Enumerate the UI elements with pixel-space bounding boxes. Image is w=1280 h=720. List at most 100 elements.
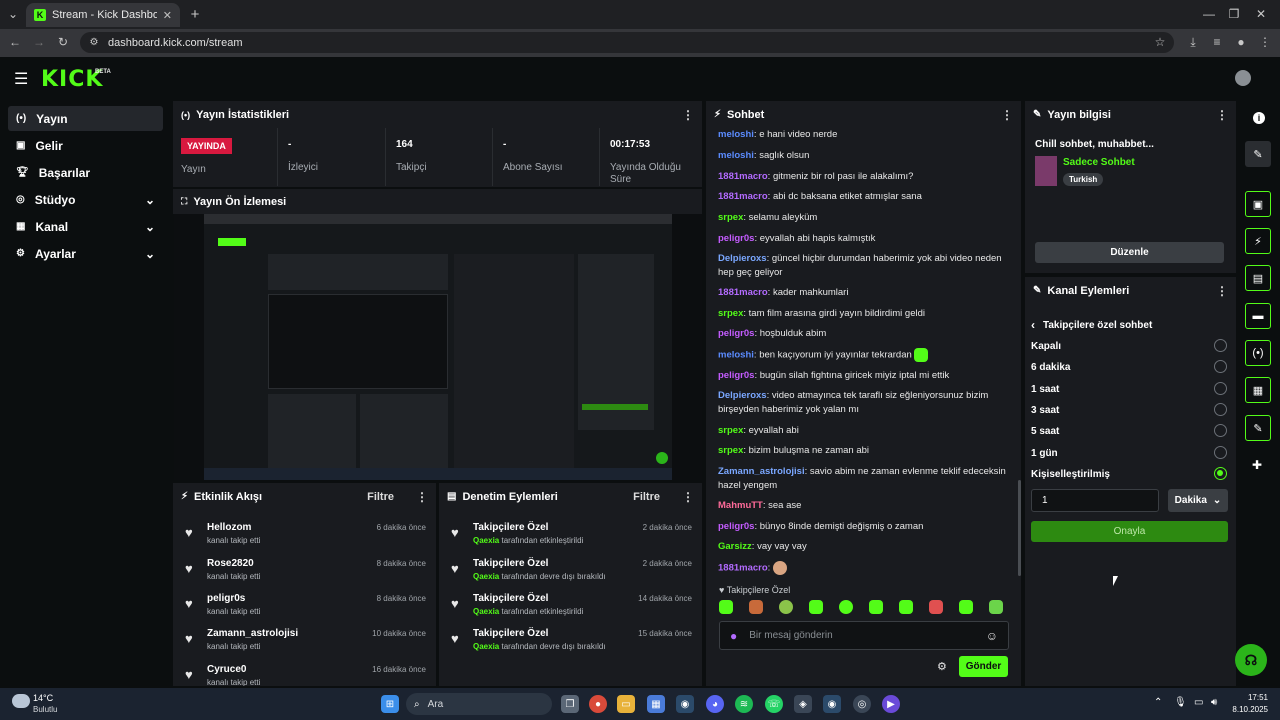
download-icon[interactable]: ⤓ xyxy=(1184,33,1202,51)
profile-icon[interactable]: ● xyxy=(1232,33,1250,51)
chat-username[interactable]: srpex xyxy=(718,212,743,223)
radio-1-day[interactable] xyxy=(1214,446,1227,459)
sidebar-item-kanal[interactable]: ▦ Kanal ⌄ xyxy=(8,214,163,239)
radio-5-hours[interactable] xyxy=(1214,424,1227,437)
edit-button[interactable]: Düzenle xyxy=(1035,242,1224,263)
follower-name[interactable]: Rose2820 xyxy=(207,558,254,569)
clock-date[interactable]: 8.10.2025 xyxy=(1226,705,1268,714)
follower-name[interactable]: Zamann_astrolojisi xyxy=(207,628,298,639)
more-options-icon[interactable]: ⋮ xyxy=(1216,108,1228,122)
restore-icon[interactable]: ❐ xyxy=(1225,5,1243,23)
radio-off[interactable] xyxy=(1214,339,1227,352)
emote-icon[interactable] xyxy=(929,600,943,614)
browser-menu-icon[interactable]: ⋮ xyxy=(1256,33,1274,51)
emoji-icon[interactable]: ☺ xyxy=(986,629,998,643)
address-bar[interactable]: ⚙ dashboard.kick.com/stream xyxy=(80,32,1174,53)
media-player-icon[interactable]: ▶ xyxy=(882,695,900,713)
activity-filter-button[interactable]: Filtre xyxy=(367,491,394,503)
radio-custom[interactable] xyxy=(1214,467,1227,480)
emote-icon[interactable] xyxy=(959,600,973,614)
radio-3-hours[interactable] xyxy=(1214,403,1227,416)
confirm-button[interactable]: Onayla xyxy=(1031,521,1228,542)
chat-username[interactable]: 1881macro xyxy=(718,191,768,202)
chat-username[interactable]: peligr0s xyxy=(718,233,754,244)
lightning-tool-icon[interactable]: ⚡︎ xyxy=(1245,228,1271,254)
chevron-left-icon[interactable]: ‹ xyxy=(1031,318,1035,332)
chat-input[interactable]: ● Bir mesaj gönderin ☺ xyxy=(719,621,1009,650)
chat-username[interactable]: Zamann_astrolojisi xyxy=(718,466,805,477)
emote-icon[interactable] xyxy=(779,600,793,614)
more-options-icon[interactable]: ⋮ xyxy=(682,490,694,504)
help-support-icon[interactable]: ☊ xyxy=(1235,644,1267,676)
send-button[interactable]: Gönder xyxy=(959,656,1008,677)
emote-icon[interactable] xyxy=(749,600,763,614)
sidebar-item-gelir[interactable]: ▣ Gelir xyxy=(8,133,163,158)
moderator-name[interactable]: Qaexia xyxy=(473,572,499,581)
sidebar-item-studyo[interactable]: ◎ Stüdyo ⌄ xyxy=(8,187,163,212)
microphone-icon[interactable]: ● xyxy=(730,629,737,643)
emote-icon[interactable] xyxy=(839,600,853,614)
app-icon[interactable]: ◈ xyxy=(794,695,812,713)
chrome-app-icon[interactable]: ● xyxy=(589,695,607,713)
emote-icon[interactable] xyxy=(719,600,733,614)
task-view-icon[interactable]: ❐ xyxy=(561,695,579,713)
moderation-filter-button[interactable]: Filtre xyxy=(633,491,660,503)
radio-6-minutes[interactable] xyxy=(1214,360,1227,373)
minimize-icon[interactable]: — xyxy=(1200,5,1218,23)
steam-icon[interactable]: ◉ xyxy=(823,695,841,713)
volume-icon[interactable]: 🔊︎ xyxy=(1211,697,1217,708)
chat-tool-icon[interactable]: ▬ xyxy=(1245,303,1271,329)
weather-cloud-icon[interactable] xyxy=(12,694,30,708)
clock-time[interactable]: 17:51 xyxy=(1232,693,1268,702)
discord-icon[interactable]: ◕ xyxy=(706,695,724,713)
chat-scrollbar[interactable] xyxy=(1018,480,1021,576)
emote-icon[interactable] xyxy=(989,600,1003,614)
chat-username[interactable]: meloshi xyxy=(718,129,754,140)
obs-icon[interactable]: ◎ xyxy=(853,695,871,713)
chat-username[interactable]: peligr0s xyxy=(718,370,754,381)
moderator-name[interactable]: Qaexia xyxy=(473,536,499,545)
chat-username[interactable]: srpex xyxy=(718,308,743,319)
new-tab-icon[interactable]: + xyxy=(186,5,204,23)
hamburger-menu-icon[interactable]: ☰ xyxy=(14,69,28,89)
more-options-icon[interactable]: ⋮ xyxy=(416,490,428,504)
chat-username[interactable]: peligr0s xyxy=(718,328,754,339)
broadcast-tool-icon[interactable]: (•) xyxy=(1245,340,1271,366)
store-icon[interactable]: ▦ xyxy=(647,695,665,713)
chat-username[interactable]: meloshi xyxy=(718,150,754,161)
file-explorer-icon[interactable]: ▭ xyxy=(617,695,635,713)
whatsapp-icon[interactable]: ☏ xyxy=(765,695,783,713)
stream-preview-video[interactable] xyxy=(174,214,702,480)
more-options-icon[interactable]: ⋮ xyxy=(1001,108,1013,122)
wrench-tool-icon[interactable]: ✎ xyxy=(1245,415,1271,441)
chat-username[interactable]: MahmuTT xyxy=(718,500,763,511)
reading-list-icon[interactable]: ≡ xyxy=(1208,33,1226,51)
emote-icon[interactable] xyxy=(869,600,883,614)
back-icon[interactable]: ← xyxy=(6,33,24,51)
emote-icon[interactable] xyxy=(899,600,913,614)
browser-tab[interactable]: K Stream - Kick Dashboard ✕ xyxy=(26,3,180,27)
fullscreen-tool-icon[interactable]: ▣ xyxy=(1245,191,1271,217)
user-avatar[interactable] xyxy=(1235,70,1251,86)
microphone-tray-icon[interactable]: 🎙︎ xyxy=(1174,697,1187,708)
spotify-icon[interactable]: ≋ xyxy=(735,695,753,713)
sidebar-item-yayin[interactable]: (•) Yayın xyxy=(8,106,163,131)
forward-icon[interactable]: → xyxy=(30,33,48,51)
chat-username[interactable]: Delpieroxs xyxy=(718,253,767,264)
chat-username[interactable]: meloshi xyxy=(718,350,754,361)
category-name[interactable]: Sadece Sohbet xyxy=(1063,157,1135,168)
sidebar-item-ayarlar[interactable]: ⚙ Ayarlar ⌄ xyxy=(8,241,163,266)
document-tool-icon[interactable]: ▤ xyxy=(1245,265,1271,291)
chat-username[interactable]: 1881macro xyxy=(718,563,768,574)
follower-name[interactable]: peligr0s xyxy=(207,593,245,604)
emote-icon[interactable] xyxy=(809,600,823,614)
steam-icon[interactable]: ◉ xyxy=(676,695,694,713)
tray-chevron-up-icon[interactable]: ⌃ xyxy=(1154,697,1162,708)
follower-name[interactable]: Hellozom xyxy=(207,522,251,533)
chat-username[interactable]: Delpieroxs xyxy=(718,390,767,401)
chat-username[interactable]: srpex xyxy=(718,445,743,456)
windows-start-icon[interactable]: ⊞ xyxy=(381,695,399,713)
custom-duration-input[interactable]: 1 xyxy=(1031,489,1159,512)
unit-select[interactable]: Dakika ⌄ xyxy=(1168,489,1228,512)
chat-settings-gear-icon[interactable]: ⚙ xyxy=(937,660,947,673)
